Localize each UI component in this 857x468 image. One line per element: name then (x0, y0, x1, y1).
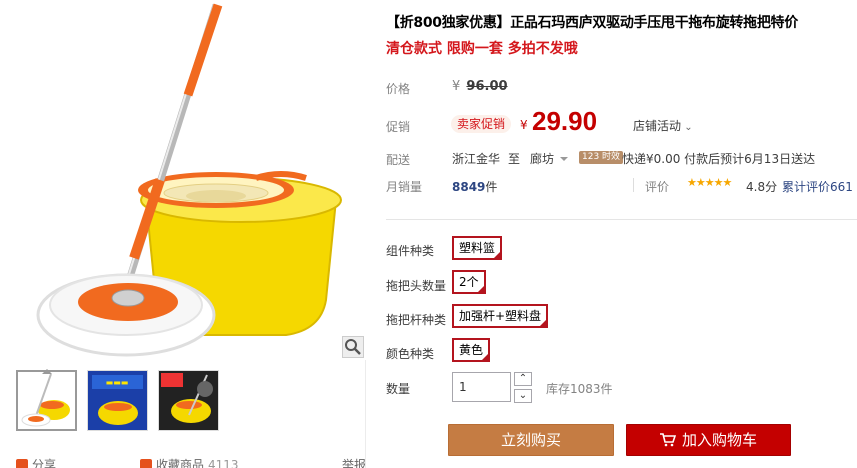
quantity-increase-button[interactable]: ⌃ (514, 372, 532, 386)
chevron-down-icon: ⌄ (681, 122, 693, 133)
rating-score: 4.8分 (746, 180, 778, 194)
sku-option-color[interactable]: 黄色 (452, 338, 491, 362)
share-label: 分享 (32, 458, 57, 468)
sale-price-currency: ¥ (520, 118, 528, 132)
sku-option-pole[interactable]: 加强杆+塑料盘 (452, 304, 549, 328)
ship-to-selector[interactable]: 廊坊 (530, 150, 569, 167)
shipping-info: 快递¥0.00 付款后预计6月13日送达 (622, 152, 816, 166)
monthly-sales-label: 月销量 (386, 180, 423, 194)
main-product-image[interactable] (6, 0, 366, 360)
monthly-sales: 8849件 (452, 178, 497, 195)
sku-label-component: 组件种类 (386, 244, 435, 258)
divider (633, 178, 634, 192)
price-label: 价格 (386, 82, 411, 96)
thumbnail-image (21, 373, 70, 427)
ship-to-prefix: 至 (508, 152, 521, 166)
seller-promo-badge: 卖家促销 (451, 115, 512, 133)
thumbnail-list: ▬▬▬ (16, 369, 219, 431)
sku-option-head-count[interactable]: 2个 (452, 270, 486, 294)
favorite-count: 4113 (208, 457, 239, 468)
sku-label-pole: 拖把杆种类 (386, 313, 447, 327)
monthly-sales-unit: 件 (485, 180, 498, 194)
thumbnail-2[interactable]: ▬▬▬ (87, 370, 148, 431)
product-page: ▬▬▬ 分享 收藏商品 4113 举报 【折800独家优惠】正品石玛西庐双驱动手… (0, 0, 857, 468)
shop-activity-label: 店铺活动 (633, 119, 682, 133)
cart-icon (659, 433, 676, 447)
product-gallery: ▬▬▬ 分享 收藏商品 4113 举报 (6, 0, 366, 468)
add-to-cart-button[interactable]: 加入购物车 (626, 424, 791, 456)
original-price-value: 96.00 (466, 79, 508, 94)
dropdown-arrow-icon (560, 157, 569, 165)
favorite-icon (140, 458, 153, 468)
sku-label-head-count: 拖把头数量 (386, 279, 447, 293)
product-title: 【折800独家优惠】正品石玛西庐双驱动手压甩干拖布旋转拖把特价 (386, 15, 798, 31)
quantity-decrease-button[interactable]: ⌄ (514, 389, 532, 403)
svg-text:▬▬▬: ▬▬▬ (106, 378, 129, 387)
share-button[interactable]: 分享 (16, 456, 56, 468)
mop-bucket-image (36, 3, 342, 357)
sku-label-color: 颜色种类 (386, 347, 435, 361)
thumbnail-image (159, 371, 218, 430)
section-divider (386, 219, 857, 220)
favorite-button[interactable]: 收藏商品 4113 (140, 456, 239, 468)
shop-activity-dropdown[interactable]: 店铺活动 ⌄ (633, 117, 693, 134)
add-to-cart-label: 加入购物车 (681, 431, 757, 449)
thumbnail-image: ▬▬▬ (88, 371, 147, 430)
original-price: ¥ 96.00 (452, 79, 508, 94)
stock-count: 库存1083件 (546, 382, 613, 396)
sale-price: 29.90 (532, 106, 598, 136)
review-count-link[interactable]: 累计评价661 (782, 178, 853, 195)
favorite-label: 收藏商品 (156, 458, 205, 468)
zoom-icon[interactable] (342, 336, 364, 358)
monthly-sales-count: 8849 (452, 180, 486, 194)
report-link[interactable]: 举报 (342, 456, 366, 468)
share-icon (16, 458, 28, 468)
thumbnail-3[interactable] (158, 370, 219, 431)
buy-now-button[interactable]: 立刻购买 (448, 424, 614, 456)
quantity-label: 数量 (386, 382, 411, 396)
sku-option-component[interactable]: 塑料篮 (452, 236, 503, 260)
rating-label: 评价 (645, 180, 670, 194)
rating-stars: ★★★★★ (687, 176, 732, 189)
product-subtitle: 清仓款式 限购一套 多拍不发哦 (386, 41, 578, 57)
gallery-actions: 分享 收藏商品 4113 举报 (16, 456, 366, 468)
original-price-currency: ¥ (452, 79, 461, 94)
quantity-input[interactable] (452, 372, 511, 402)
promo-label: 促销 (386, 120, 411, 134)
ship-to-city: 廊坊 (530, 152, 555, 166)
thumbnail-1[interactable] (16, 369, 77, 431)
ship-from: 浙江金华 (452, 152, 501, 166)
shipping-label: 配送 (386, 153, 411, 167)
delivery-time-badge: 123 时效 (579, 151, 624, 164)
magnifier-icon (345, 339, 361, 355)
